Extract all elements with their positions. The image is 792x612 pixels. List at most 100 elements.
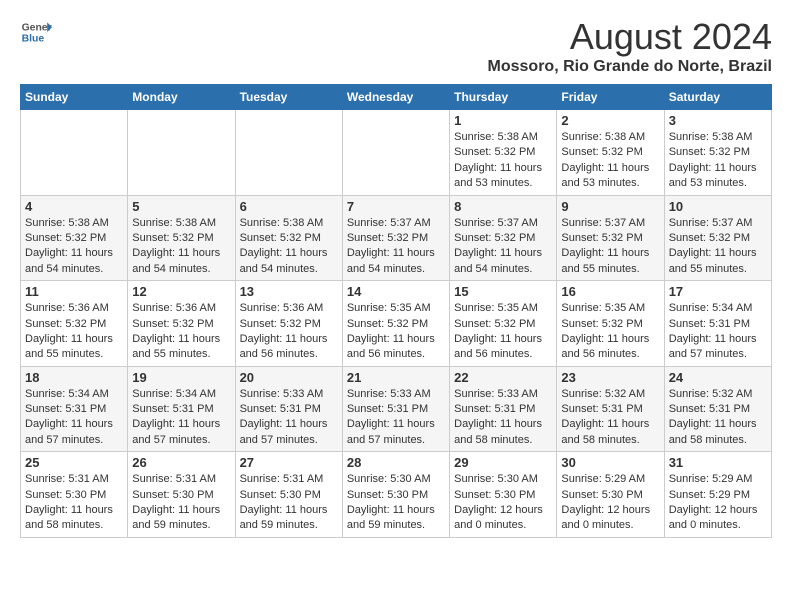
table-row: 11 Sunrise: 5:36 AM Sunset: 5:32 PM Dayli… [21,281,128,367]
day-info: Sunrise: 5:35 AM Sunset: 5:32 PM Dayligh… [454,301,552,363]
sub-title: Mossoro, Rio Grande do Norte, Brazil [488,58,772,76]
day-number: 8 [454,199,552,214]
table-row: 19 Sunrise: 5:34 AM Sunset: 5:31 PM Dayli… [128,366,235,452]
day-info: Sunrise: 5:34 AM Sunset: 5:31 PM Dayligh… [25,387,123,449]
day-number: 18 [25,370,123,385]
table-row: 28Sunrise: 5:30 AM Sunset: 5:30 PM Dayli… [342,452,449,538]
day-info: Sunrise: 5:35 AM Sunset: 5:32 PM Dayligh… [347,301,445,363]
day-info: Sunrise: 5:35 AM Sunset: 5:32 PM Dayligh… [561,301,659,363]
calendar-week-row: 18 Sunrise: 5:34 AM Sunset: 5:31 PM Dayli… [21,366,772,452]
table-row: 31 Sunrise: 5:29 AM Sunset: 5:29 PM Dayli… [664,452,771,538]
table-row: 7Sunrise: 5:37 AM Sunset: 5:32 PM Daylig… [342,195,449,281]
day-number: 4 [25,199,123,214]
day-info: Sunrise: 5:37 AM Sunset: 5:32 PM Dayligh… [669,216,767,278]
day-info: Sunrise: 5:33 AM Sunset: 5:31 PM Dayligh… [240,387,338,449]
day-number: 10 [669,199,767,214]
day-info: Sunrise: 5:38 AM Sunset: 5:32 PM Dayligh… [454,130,552,192]
table-row: 24Sunrise: 5:32 AM Sunset: 5:31 PM Dayli… [664,366,771,452]
table-row: 25Sunrise: 5:31 AM Sunset: 5:30 PM Dayli… [21,452,128,538]
table-row: 12 Sunrise: 5:36 AM Sunset: 5:32 PM Dayli… [128,281,235,367]
day-number: 16 [561,284,659,299]
day-number: 2 [561,113,659,128]
svg-text:Blue: Blue [22,34,45,45]
col-saturday: Saturday [664,85,771,110]
table-row: 29Sunrise: 5:30 AM Sunset: 5:30 PM Dayli… [450,452,557,538]
table-row: 20 Sunrise: 5:33 AM Sunset: 5:31 PM Dayli… [235,366,342,452]
table-row: 30 Sunrise: 5:29 AM Sunset: 5:30 PM Dayli… [557,452,664,538]
table-row: 8 Sunrise: 5:37 AM Sunset: 5:32 PM Daylig… [450,195,557,281]
day-number: 6 [240,199,338,214]
col-monday: Monday [128,85,235,110]
day-info: Sunrise: 5:33 AM Sunset: 5:31 PM Dayligh… [347,387,445,449]
day-number: 17 [669,284,767,299]
day-info: Sunrise: 5:34 AM Sunset: 5:31 PM Dayligh… [132,387,230,449]
day-info: Sunrise: 5:37 AM Sunset: 5:32 PM Dayligh… [454,216,552,278]
day-number: 29 [454,455,552,470]
table-row: 1 Sunrise: 5:38 AM Sunset: 5:32 PM Daylig… [450,110,557,196]
table-row: 21Sunrise: 5:33 AM Sunset: 5:31 PM Dayli… [342,366,449,452]
day-number: 1 [454,113,552,128]
day-info: Sunrise: 5:38 AM Sunset: 5:32 PM Dayligh… [240,216,338,278]
col-friday: Friday [557,85,664,110]
day-number: 30 [561,455,659,470]
table-row: 10 Sunrise: 5:37 AM Sunset: 5:32 PM Dayli… [664,195,771,281]
table-row: 5 Sunrise: 5:38 AM Sunset: 5:32 PM Daylig… [128,195,235,281]
title-block: August 2024 Mossoro, Rio Grande do Norte… [488,16,772,76]
col-sunday: Sunday [21,85,128,110]
day-info: Sunrise: 5:31 AM Sunset: 5:30 PM Dayligh… [132,472,230,534]
table-row: 22 Sunrise: 5:33 AM Sunset: 5:31 PM Dayli… [450,366,557,452]
day-info: Sunrise: 5:32 AM Sunset: 5:31 PM Dayligh… [561,387,659,449]
table-row: 27Sunrise: 5:31 AM Sunset: 5:30 PM Dayli… [235,452,342,538]
table-row: 15Sunrise: 5:35 AM Sunset: 5:32 PM Dayli… [450,281,557,367]
table-row: 13Sunrise: 5:36 AM Sunset: 5:32 PM Dayli… [235,281,342,367]
table-row: 2 Sunrise: 5:38 AM Sunset: 5:32 PM Daylig… [557,110,664,196]
day-info: Sunrise: 5:36 AM Sunset: 5:32 PM Dayligh… [132,301,230,363]
day-info: Sunrise: 5:29 AM Sunset: 5:30 PM Dayligh… [561,472,659,534]
day-number: 23 [561,370,659,385]
table-row: 6 Sunrise: 5:38 AM Sunset: 5:32 PM Daylig… [235,195,342,281]
calendar-week-row: 25 Sunrise: 5:31 AM Sunset: 5:30 PM Dayli… [21,452,772,538]
day-info: Sunrise: 5:29 AM Sunset: 5:29 PM Dayligh… [669,472,767,534]
calendar-table: Sunday Monday Tuesday Wednesday Thursday… [20,84,772,538]
col-wednesday: Wednesday [342,85,449,110]
day-number: 11 [25,284,123,299]
table-row: 17 Sunrise: 5:34 AM Sunset: 5:31 PM Dayli… [664,281,771,367]
table-row: 9 Sunrise: 5:37 AM Sunset: 5:32 PM Daylig… [557,195,664,281]
day-number: 20 [240,370,338,385]
day-number: 5 [132,199,230,214]
table-row: 18 Sunrise: 5:34 AM Sunset: 5:31 PM Dayli… [21,366,128,452]
day-number: 19 [132,370,230,385]
day-info: Sunrise: 5:38 AM Sunset: 5:32 PM Dayligh… [132,216,230,278]
table-row: 3Sunrise: 5:38 AM Sunset: 5:32 PM Daylig… [664,110,771,196]
day-info: Sunrise: 5:36 AM Sunset: 5:32 PM Dayligh… [25,301,123,363]
day-number: 22 [454,370,552,385]
calendar-week-row: 1 Sunrise: 5:38 AM Sunset: 5:32 PM Daylig… [21,110,772,196]
day-number: 26 [132,455,230,470]
day-info: Sunrise: 5:38 AM Sunset: 5:32 PM Dayligh… [25,216,123,278]
day-info: Sunrise: 5:34 AM Sunset: 5:31 PM Dayligh… [669,301,767,363]
day-number: 9 [561,199,659,214]
day-number: 12 [132,284,230,299]
day-number: 27 [240,455,338,470]
logo: General Blue [20,16,52,48]
day-info: Sunrise: 5:33 AM Sunset: 5:31 PM Dayligh… [454,387,552,449]
calendar-header-row: Sunday Monday Tuesday Wednesday Thursday… [21,85,772,110]
table-row [342,110,449,196]
day-info: Sunrise: 5:36 AM Sunset: 5:32 PM Dayligh… [240,301,338,363]
table-row: 4 Sunrise: 5:38 AM Sunset: 5:32 PM Daylig… [21,195,128,281]
main-title: August 2024 [488,16,772,58]
day-number: 31 [669,455,767,470]
day-info: Sunrise: 5:37 AM Sunset: 5:32 PM Dayligh… [347,216,445,278]
table-row: 26 Sunrise: 5:31 AM Sunset: 5:30 PM Dayli… [128,452,235,538]
table-row [235,110,342,196]
day-info: Sunrise: 5:37 AM Sunset: 5:32 PM Dayligh… [561,216,659,278]
day-info: Sunrise: 5:32 AM Sunset: 5:31 PM Dayligh… [669,387,767,449]
day-number: 25 [25,455,123,470]
calendar-week-row: 11 Sunrise: 5:36 AM Sunset: 5:32 PM Dayli… [21,281,772,367]
table-row [128,110,235,196]
page-header: General Blue August 2024 Mossoro, Rio Gr… [20,16,772,76]
table-row: 16 Sunrise: 5:35 AM Sunset: 5:32 PM Dayli… [557,281,664,367]
day-info: Sunrise: 5:38 AM Sunset: 5:32 PM Dayligh… [561,130,659,192]
day-info: Sunrise: 5:30 AM Sunset: 5:30 PM Dayligh… [347,472,445,534]
col-thursday: Thursday [450,85,557,110]
